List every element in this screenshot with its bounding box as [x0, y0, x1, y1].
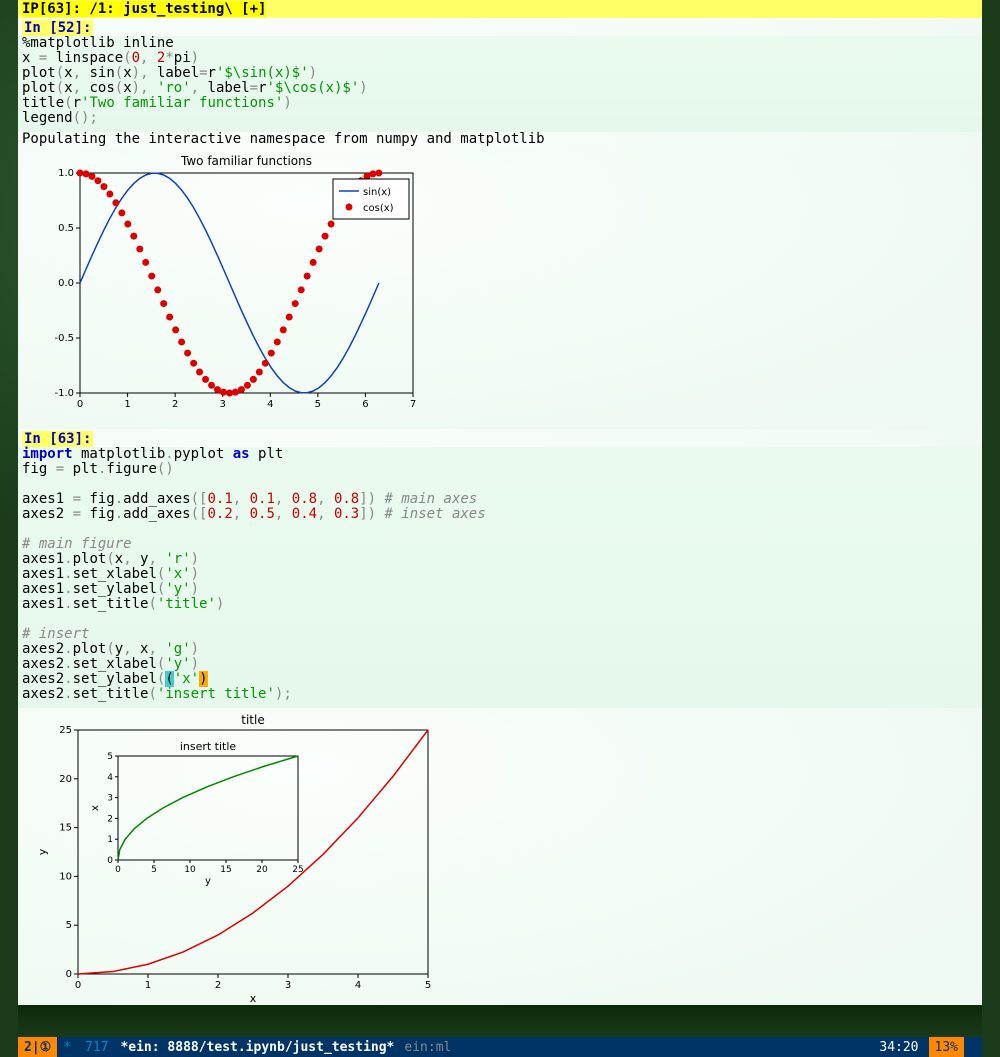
tab-bar[interactable]: IP[63]: /1: just_testing\ [+] — [18, 0, 982, 18]
svg-text:25: 25 — [59, 725, 72, 736]
chart-2-inset: title012345x0510152025yinsert title05101… — [18, 708, 982, 1018]
svg-text:0: 0 — [107, 856, 113, 866]
svg-text:25: 25 — [292, 865, 303, 875]
svg-text:0.0: 0.0 — [58, 278, 74, 289]
svg-text:0: 0 — [66, 969, 72, 980]
svg-text:1: 1 — [145, 980, 151, 991]
bottom-strip — [18, 1005, 982, 1037]
tab-active[interactable]: IP[63]: /1: just_testing\ [+] — [22, 1, 266, 17]
svg-text:3: 3 — [107, 794, 113, 804]
svg-text:5: 5 — [425, 980, 431, 991]
svg-text:1: 1 — [107, 835, 113, 845]
buffer-content[interactable]: In [52]: %matplotlib inline x = linspace… — [18, 18, 982, 1002]
svg-text:x: x — [250, 992, 257, 1002]
svg-text:5: 5 — [315, 399, 321, 410]
svg-text:5: 5 — [151, 865, 157, 875]
svg-text:Two familiar functions: Two familiar functions — [180, 154, 312, 168]
svg-text:20: 20 — [256, 865, 268, 875]
svg-text:10: 10 — [184, 865, 196, 875]
svg-text:6: 6 — [362, 399, 368, 410]
code-cell-63[interactable]: import matplotlib.pyplot as plt fig = pl… — [18, 447, 982, 708]
svg-text:0.5: 0.5 — [58, 223, 74, 234]
code-cell-52[interactable]: %matplotlib inline x = linspace(0, 2*pi)… — [18, 36, 982, 132]
emacs-frame: IP[63]: /1: just_testing\ [+] In [52]: %… — [0, 0, 1000, 1057]
svg-text:2: 2 — [172, 399, 178, 410]
status-modified-star: * 717 — [57, 1040, 120, 1055]
svg-text:7: 7 — [410, 399, 416, 410]
status-buffer-name: *ein: 8888/test.ipynb/just_testing* — [120, 1040, 394, 1055]
svg-text:15: 15 — [59, 823, 72, 834]
svg-text:5: 5 — [107, 752, 113, 762]
chart-1-two-familiar: Two familiar functions 0 1 2 3 4 5 6 7 -1.0 -0.5 0.… — [18, 149, 982, 429]
status-percent: 13% — [929, 1037, 964, 1057]
svg-text:4: 4 — [267, 399, 273, 410]
cursor-paren-open: ( — [165, 671, 173, 687]
svg-text:y: y — [205, 876, 211, 887]
svg-text:x: x — [90, 805, 101, 811]
svg-text:3: 3 — [285, 980, 291, 991]
output-cell-52: Populating the interactive namespace fro… — [18, 132, 982, 149]
cell-label-52: In [52]: — [22, 20, 93, 36]
svg-text:10: 10 — [59, 871, 72, 882]
cell-label-63: In [63]: — [22, 431, 93, 447]
svg-text:15: 15 — [220, 865, 231, 875]
svg-text:2: 2 — [215, 980, 221, 991]
svg-text:0: 0 — [77, 399, 83, 410]
svg-text:1: 1 — [124, 399, 130, 410]
svg-text:title: title — [241, 713, 264, 727]
svg-text:-0.5: -0.5 — [54, 333, 74, 344]
svg-text:4: 4 — [355, 980, 361, 991]
status-line-col: 34:20 — [869, 1040, 928, 1055]
cursor: ) — [199, 671, 207, 687]
svg-text:1.0: 1.0 — [58, 168, 74, 179]
svg-text:0: 0 — [115, 865, 121, 875]
status-bar: 2|① * 717 *ein: 8888/test.ipynb/just_tes… — [18, 1037, 982, 1057]
status-left-indicator: 2|① — [18, 1037, 57, 1057]
status-major-mode: ein:ml — [394, 1040, 461, 1055]
svg-text:2: 2 — [107, 814, 113, 824]
svg-text:-1.0: -1.0 — [54, 388, 74, 399]
svg-text:20: 20 — [59, 774, 72, 785]
svg-text:insert title: insert title — [180, 740, 237, 753]
svg-text:4: 4 — [107, 773, 113, 783]
svg-text:5: 5 — [66, 920, 72, 931]
svg-text:cos(x): cos(x) — [363, 203, 394, 214]
svg-text:sin(x): sin(x) — [363, 187, 391, 198]
svg-text:3: 3 — [220, 399, 226, 410]
svg-text:0: 0 — [75, 980, 81, 991]
svg-text:y: y — [36, 848, 49, 855]
